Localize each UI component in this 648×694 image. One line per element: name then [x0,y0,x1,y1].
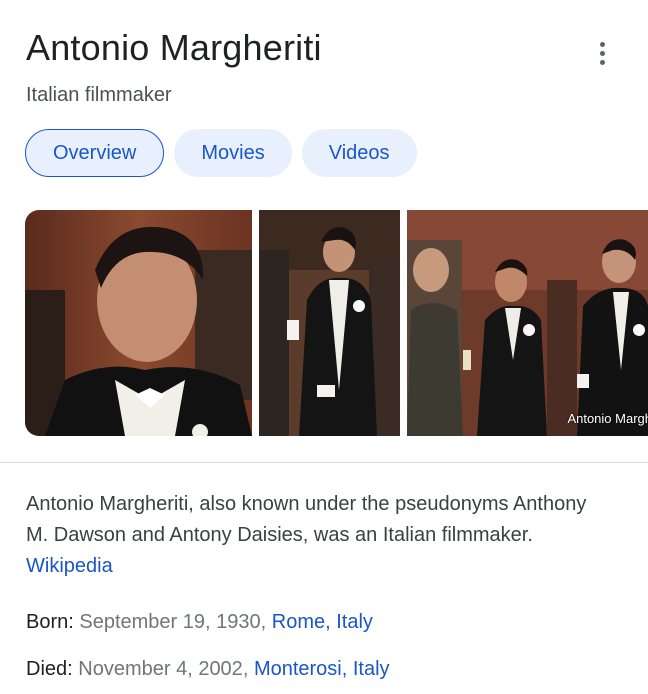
died-label: Died [26,658,68,680]
page-subtitle: Italian filmmaker [26,84,172,106]
image-carousel[interactable]: Antonio Margh [25,210,648,436]
died-place-link[interactable]: Monterosi, Italy [254,658,390,680]
page-title: Antonio Margheriti [26,27,322,68]
image-tuxedo[interactable] [259,210,400,436]
fact-born: Born: September 19, 1930, Rome, Italy [26,611,373,633]
section-divider [0,462,648,463]
born-place-link[interactable]: Rome, Italy [272,611,373,633]
description-text: Antonio Margheriti, also known under the… [26,493,587,546]
fact-died: Died: November 4, 2002, Monterosi, Italy [26,658,390,680]
born-date: September 19, 1930 [79,611,261,633]
description: Antonio Margheriti, also known under the… [26,489,596,582]
tab-videos[interactable]: Videos [301,129,417,177]
wikipedia-link[interactable]: Wikipedia [26,555,113,577]
tab-overview[interactable]: Overview [25,129,165,177]
born-label: Born [26,611,69,633]
image-group-scene[interactable]: Antonio Margh [407,210,648,436]
image-portrait[interactable] [25,210,252,436]
image-caption: Antonio Margh [567,411,648,426]
more-vert-icon[interactable] [588,38,616,68]
tab-bar: Overview Movies Videos [25,129,417,177]
died-date: November 4, 2002 [78,658,243,680]
tab-movies[interactable]: Movies [174,129,292,177]
